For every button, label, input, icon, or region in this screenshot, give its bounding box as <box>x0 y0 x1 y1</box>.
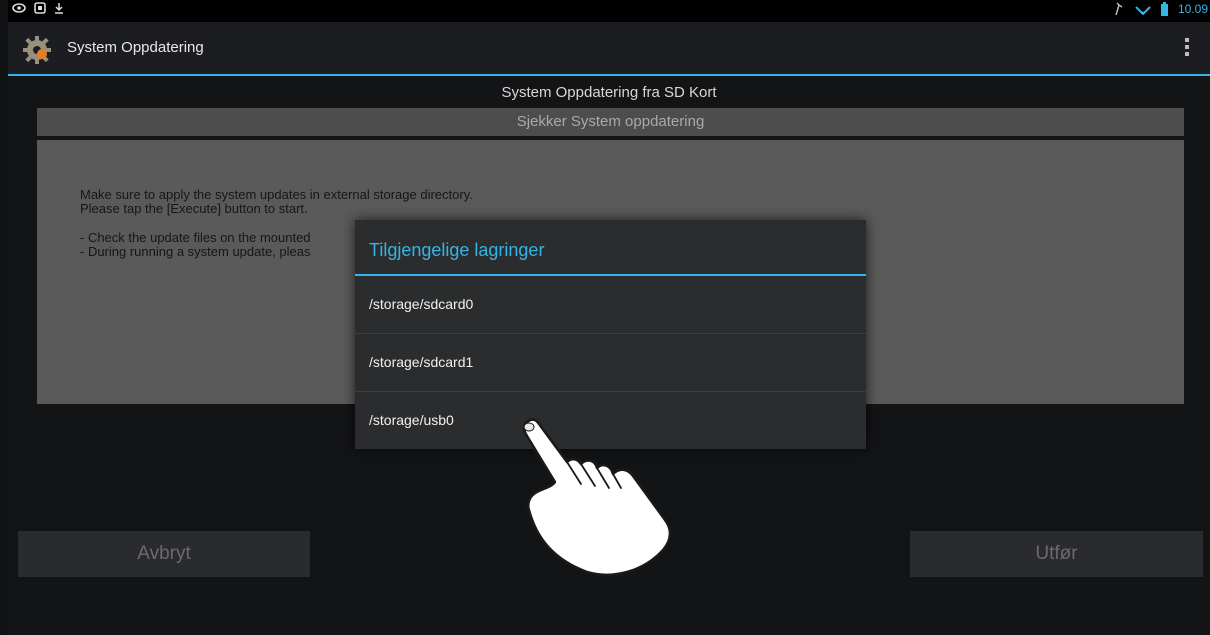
screenshot-icon <box>34 2 46 14</box>
tap-hand-icon <box>522 418 672 576</box>
gear-icon <box>23 36 51 64</box>
execute-button[interactable]: Utfør <box>910 531 1203 577</box>
status-bar: 10.09 <box>8 0 1210 22</box>
instruction-line: Please tap the [Execute] button to start… <box>80 201 308 216</box>
eye-icon <box>12 3 26 13</box>
storage-option-sdcard0[interactable]: /storage/sdcard0 <box>355 276 866 332</box>
status-time: 10.09 <box>1177 2 1208 16</box>
gesture-icon <box>1115 2 1123 16</box>
dialog-title: Tilgjengelige lagringer <box>369 240 545 260</box>
battery-icon <box>1160 2 1168 16</box>
status-bar-left <box>12 2 64 14</box>
cancel-button[interactable]: Avbryt <box>18 531 310 577</box>
action-bar: System Oppdatering <box>8 22 1210 76</box>
instruction-line: Make sure to apply the system updates in… <box>80 187 473 202</box>
download-icon <box>55 3 63 14</box>
storage-option-sdcard1[interactable]: /storage/sdcard1 <box>355 334 866 390</box>
overflow-menu-icon[interactable] <box>1182 36 1192 60</box>
wifi-icon <box>1135 6 1151 15</box>
status-bar-right: 10.09 <box>1113 2 1208 16</box>
screen-title: System Oppdatering fra SD Kort <box>501 84 717 101</box>
app-title: System Oppdatering <box>67 39 204 56</box>
status-subheader: Sjekker System oppdatering <box>37 108 1184 136</box>
